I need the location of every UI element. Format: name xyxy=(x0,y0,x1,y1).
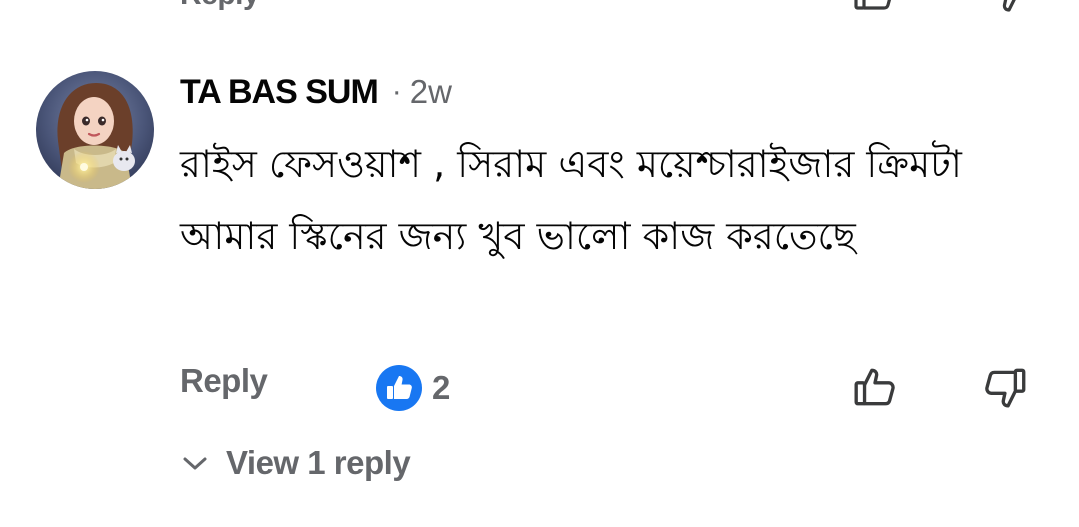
previous-comment-actions: Reply xyxy=(0,0,1079,12)
like-reaction-icon xyxy=(376,365,422,411)
comment-author[interactable]: TA BAS SUM xyxy=(180,73,379,112)
reaction-count: 2 xyxy=(432,369,451,406)
view-replies-label: View 1 reply xyxy=(226,444,411,481)
comment-header: TA BAS SUM · 2w xyxy=(180,70,452,114)
comment-timestamp: 2w xyxy=(409,73,452,110)
view-replies-button[interactable]: View 1 reply xyxy=(180,440,411,486)
comment-actions: Reply 2 xyxy=(0,356,1079,416)
thumbs-up-icon[interactable] xyxy=(852,364,898,410)
previous-reply-button[interactable]: Reply xyxy=(180,0,260,12)
header-separator: · xyxy=(391,75,402,108)
reaction-summary[interactable]: 2 xyxy=(376,365,450,411)
reply-button[interactable]: Reply xyxy=(180,362,268,400)
thumbs-down-icon[interactable] xyxy=(986,0,1030,14)
chevron-down-icon xyxy=(183,457,207,470)
comment-text: রাইস ফেসওয়াশ , সিরাম এবং ময়েশ্চারাইজার… xyxy=(180,142,962,258)
thumbs-up-icon[interactable] xyxy=(852,0,896,14)
thumbs-down-icon[interactable] xyxy=(984,364,1030,410)
avatar[interactable] xyxy=(36,71,154,189)
